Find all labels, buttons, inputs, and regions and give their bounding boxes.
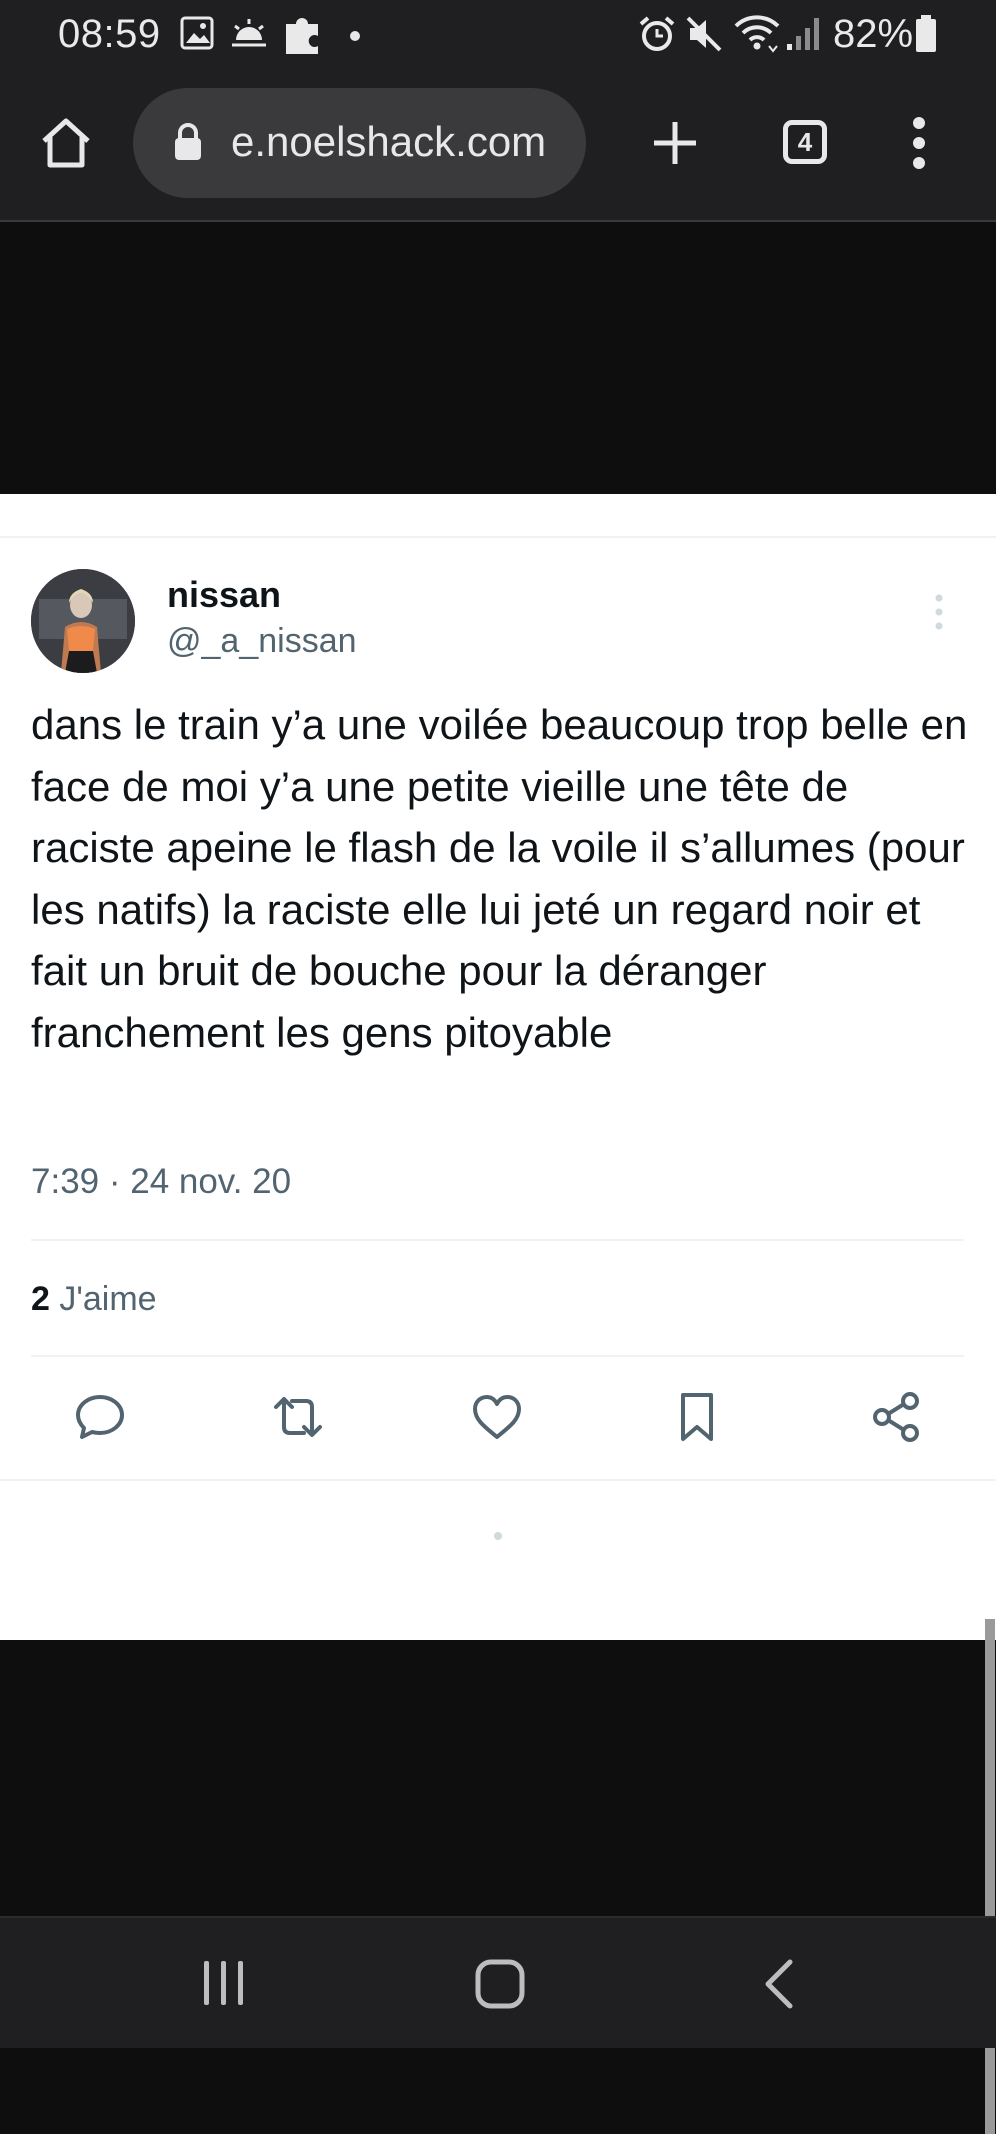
address-bar[interactable]: e.noelshack.com bbox=[133, 88, 586, 198]
recents-icon[interactable] bbox=[200, 1958, 248, 2013]
url-text: e.noelshack.com bbox=[231, 118, 547, 165]
dark-banner-area bbox=[0, 222, 996, 494]
divider bbox=[0, 1479, 996, 1481]
tweet-card: nissan @_a_nissan dans le train y’a une … bbox=[0, 494, 996, 2134]
divider bbox=[31, 1355, 964, 1357]
display-name[interactable]: nissan bbox=[167, 574, 281, 616]
dot-icon bbox=[349, 29, 361, 47]
plus-icon[interactable] bbox=[650, 118, 700, 173]
lock-icon bbox=[173, 122, 203, 167]
more-options-icon[interactable] bbox=[933, 594, 945, 635]
user-handle[interactable]: @_a_nissan bbox=[167, 622, 357, 661]
avatar[interactable] bbox=[31, 569, 135, 673]
likes-label: J'aime bbox=[59, 1280, 157, 1318]
system-nav-bar bbox=[0, 1916, 996, 2048]
reply-icon[interactable] bbox=[70, 1387, 130, 1447]
bookmark-icon[interactable] bbox=[667, 1387, 727, 1447]
tweet-text: dans le train y’a une voilée beaucoup tr… bbox=[31, 701, 968, 1056]
divider bbox=[31, 1239, 964, 1241]
alarm-icon bbox=[637, 14, 677, 59]
signal-icon bbox=[785, 14, 825, 57]
likes-summary[interactable]: 2 J'aime bbox=[31, 1280, 157, 1319]
retweet-icon[interactable] bbox=[268, 1387, 328, 1447]
browser-toolbar: e.noelshack.com 4 bbox=[0, 70, 996, 222]
home-button-icon[interactable] bbox=[474, 1958, 526, 2015]
puzzle-icon bbox=[282, 10, 324, 61]
battery-percent: 82% bbox=[833, 12, 914, 56]
likes-count: 2 bbox=[31, 1280, 50, 1318]
back-icon[interactable] bbox=[762, 1958, 796, 2015]
status-bar: 08:59 82% bbox=[0, 0, 996, 70]
divider bbox=[0, 536, 996, 538]
like-icon[interactable] bbox=[467, 1387, 527, 1447]
tweet-timestamp[interactable]: 7:39 · 24 nov. 20 bbox=[31, 1162, 291, 1202]
weather-icon bbox=[230, 18, 268, 53]
battery-icon bbox=[914, 14, 938, 59]
mute-icon bbox=[684, 14, 724, 59]
wifi-icon bbox=[733, 12, 781, 59]
share-icon[interactable] bbox=[866, 1387, 926, 1447]
status-time: 08:59 bbox=[58, 12, 161, 56]
tabs-icon[interactable]: 4 bbox=[783, 120, 827, 164]
menu-icon[interactable] bbox=[904, 116, 934, 175]
home-icon[interactable] bbox=[38, 115, 94, 176]
image-icon bbox=[180, 16, 214, 55]
loading-dot bbox=[494, 1532, 502, 1540]
scrollbar[interactable] bbox=[985, 1619, 995, 2134]
